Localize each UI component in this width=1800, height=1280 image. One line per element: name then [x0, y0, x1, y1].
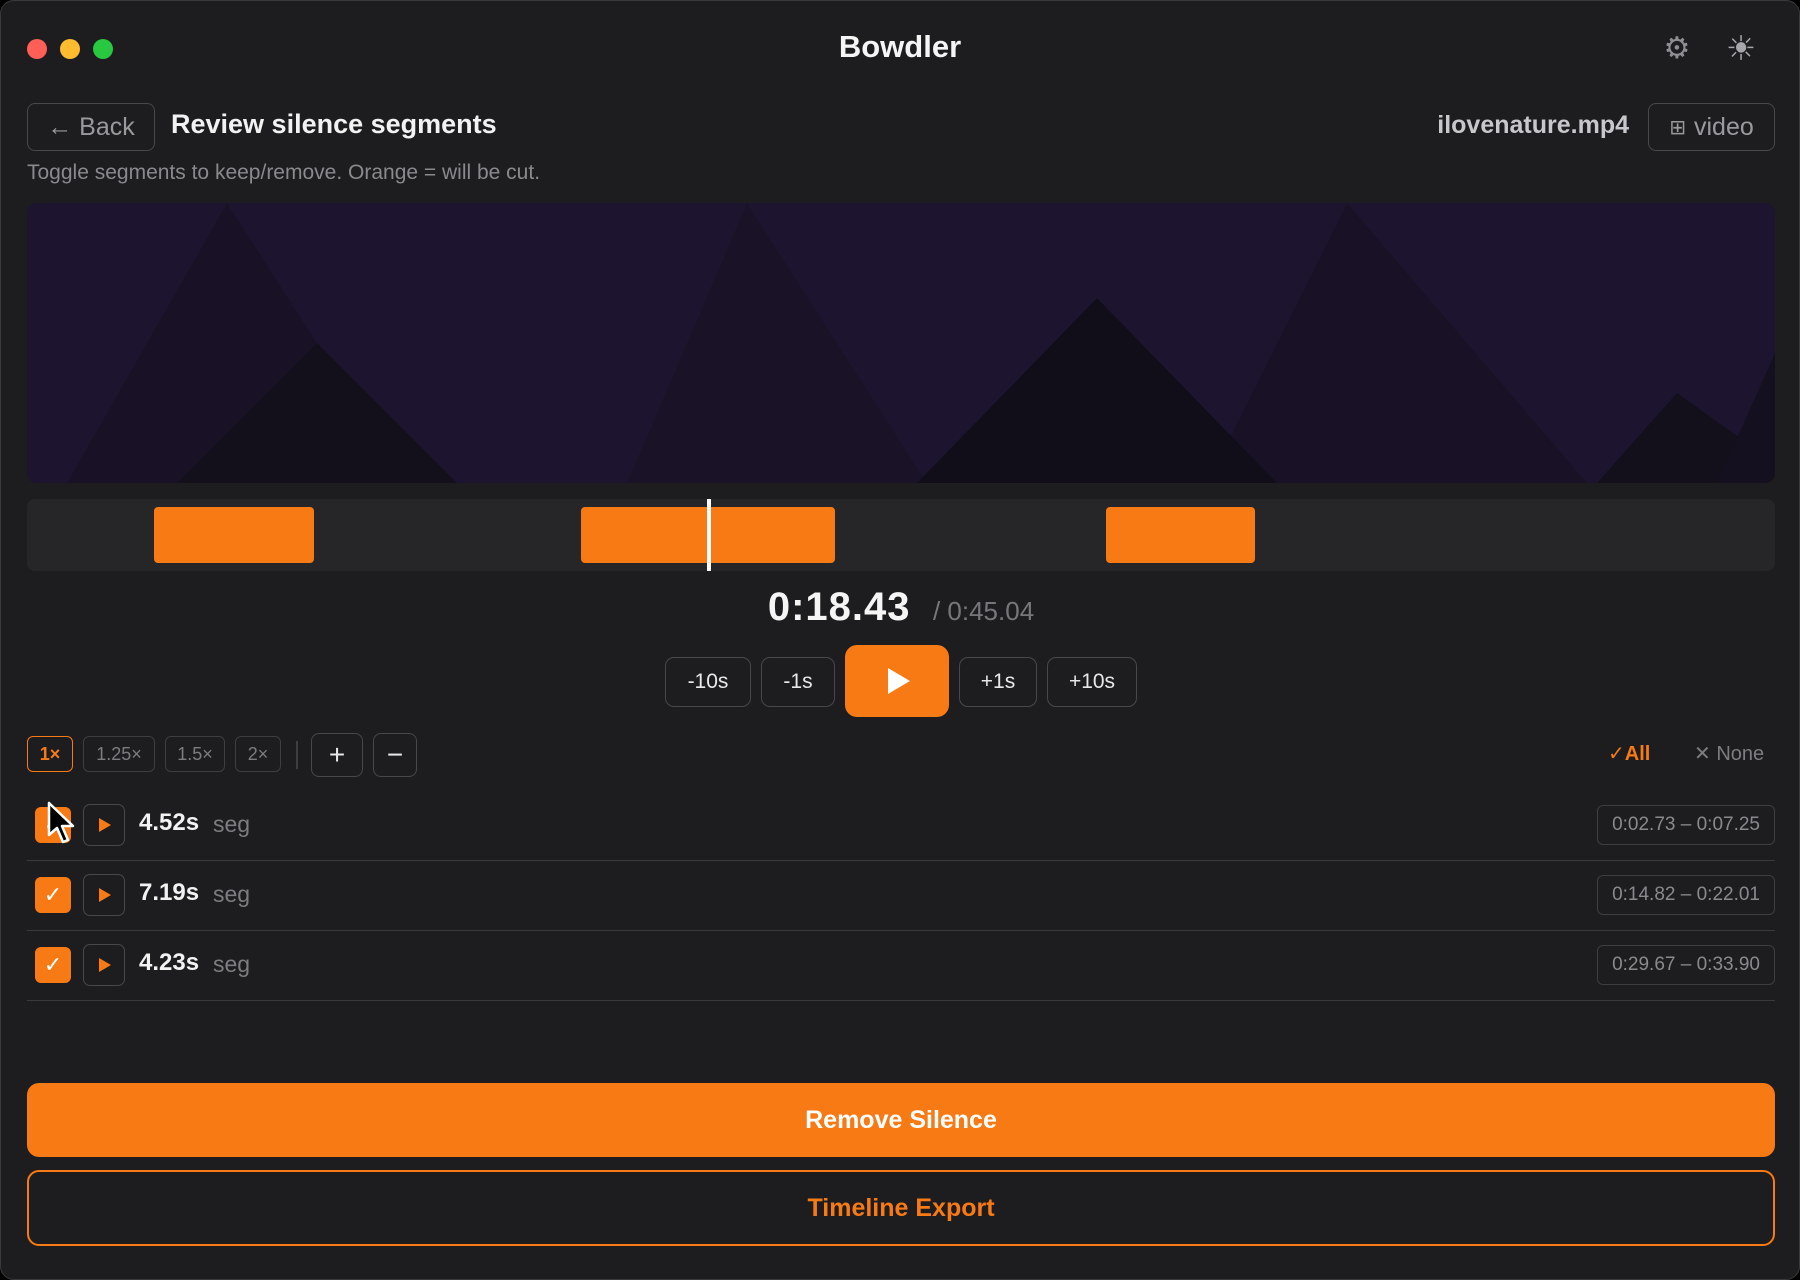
segment-play-button[interactable] — [83, 944, 125, 986]
segment-list: ✓ 4.52s seg 0:02.73 – 0:07.25 ✓ 7.19s se… — [27, 791, 1775, 1001]
segment-label: seg — [213, 951, 251, 977]
page-subtitle: Toggle segments to keep/remove. Orange =… — [27, 161, 541, 184]
app-window: Bowdler ⚙ ☀ ← Back Review silence segmen… — [0, 0, 1800, 1280]
segment-time-range[interactable]: 0:29.67 – 0:33.90 — [1597, 945, 1775, 985]
video-preview[interactable] — [27, 203, 1775, 483]
grid-icon: ⊞ — [1669, 116, 1686, 139]
segment-duration: 7.19s — [139, 879, 200, 906]
title-bar: Bowdler ⚙ ☀ — [1, 1, 1799, 97]
segment-duration: 4.52s — [139, 809, 200, 836]
transport-controls: -10s -1s +1s +10s — [1, 645, 1799, 717]
list-item: ✓ 7.19s seg 0:14.82 – 0:22.01 — [27, 861, 1775, 931]
list-item: ✓ 4.52s seg 0:02.73 – 0:07.25 — [27, 791, 1775, 861]
segment-label: seg — [213, 881, 251, 907]
segment-time-range[interactable]: 0:02.73 – 0:07.25 — [1597, 805, 1775, 845]
speed-1.25x-button[interactable]: 1.25× — [83, 736, 155, 772]
playhead[interactable] — [706, 499, 711, 571]
file-name: ilovenature.mp4 — [1437, 111, 1629, 139]
sun-icon[interactable]: ☀ — [1721, 29, 1761, 69]
video-label: video — [1694, 112, 1754, 141]
skip-forward-10-button[interactable]: +10s — [1047, 657, 1137, 707]
skip-back-1-button[interactable]: -1s — [761, 657, 835, 707]
segment-time-range[interactable]: 0:14.82 – 0:22.01 — [1597, 875, 1775, 915]
list-item: ✓ 4.23s seg 0:29.67 – 0:33.90 — [27, 931, 1775, 1001]
skip-forward-1-button[interactable]: +1s — [959, 657, 1037, 707]
play-icon — [99, 958, 111, 972]
select-all-button[interactable]: ✓All — [1608, 741, 1650, 766]
speed-1.5x-button[interactable]: 1.5× — [165, 736, 225, 772]
timeline-segment-1[interactable] — [154, 507, 314, 563]
page-title: Review silence segments — [171, 109, 497, 139]
segment-checkbox[interactable]: ✓ — [35, 947, 71, 983]
zoom-in-button[interactable]: + — [311, 733, 363, 777]
speed-2x-button[interactable]: 2× — [235, 736, 281, 772]
back-label: ← Back — [47, 112, 135, 141]
video-frame — [27, 203, 1775, 483]
remove-silence-button[interactable]: Remove Silence — [27, 1083, 1775, 1157]
segment-timeline[interactable] — [27, 499, 1775, 571]
zoom-out-button[interactable]: − — [373, 733, 417, 777]
segment-label: seg — [213, 811, 251, 837]
back-button[interactable]: ← Back — [27, 103, 155, 151]
select-none-button[interactable]: ✕ None — [1694, 741, 1764, 766]
segment-play-button[interactable] — [83, 804, 125, 846]
timeline-segment-3[interactable] — [1105, 507, 1256, 563]
segment-checkbox[interactable]: ✓ — [35, 807, 71, 843]
speed-1x-button[interactable]: 1× — [27, 736, 73, 772]
segment-duration: 4.23s — [139, 949, 200, 976]
skip-back-10-button[interactable]: -10s — [665, 657, 751, 707]
play-button[interactable] — [845, 645, 949, 717]
segment-checkbox[interactable]: ✓ — [35, 877, 71, 913]
timeline-export-button[interactable]: Timeline Export — [27, 1170, 1775, 1246]
play-icon — [888, 668, 910, 694]
video-toggle-button[interactable]: ⊞ video — [1648, 103, 1775, 151]
app-title: Bowdler — [838, 29, 962, 64]
gear-icon[interactable]: ⚙ — [1657, 29, 1697, 69]
play-icon — [99, 888, 111, 902]
total-time: / 0:45.04 — [932, 596, 1035, 626]
time-readout: 0:18.43 / 0:45.04 — [1, 585, 1799, 630]
play-icon — [99, 818, 111, 832]
divider — [296, 741, 298, 769]
segment-play-button[interactable] — [83, 874, 125, 916]
current-time: 0:18.43 — [767, 585, 911, 629]
